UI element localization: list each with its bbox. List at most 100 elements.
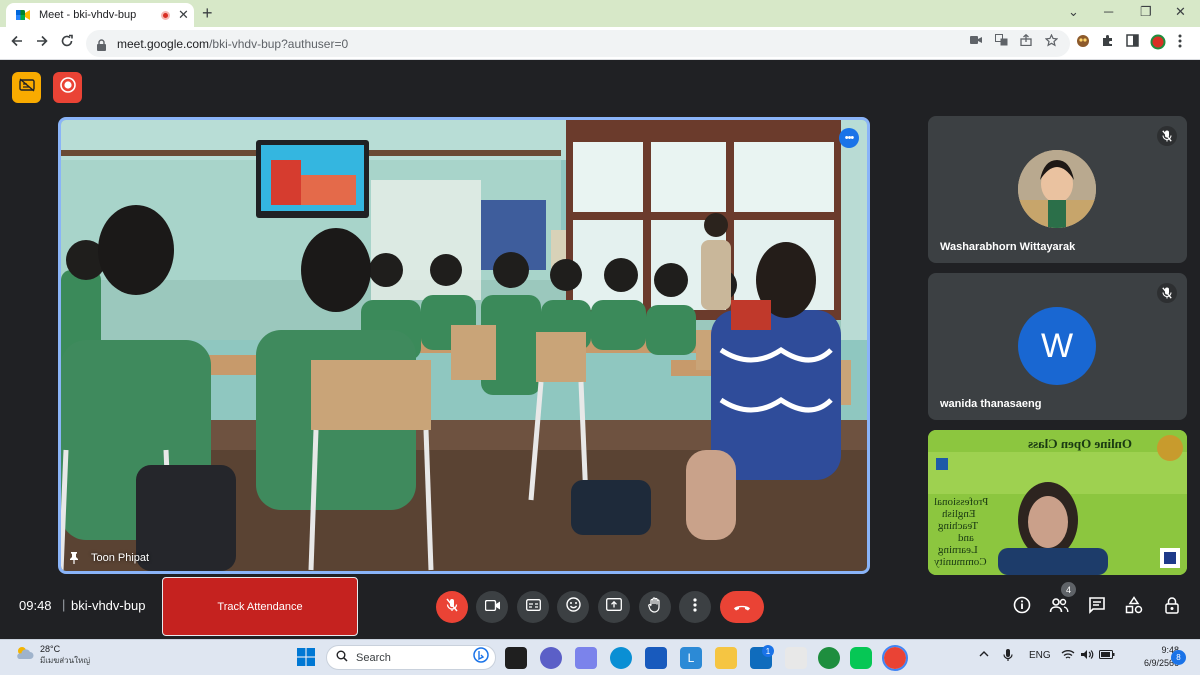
back-arrow-icon[interactable]: [10, 34, 24, 52]
bing-icon: [473, 647, 489, 668]
extension-owl-icon[interactable]: [1076, 34, 1090, 51]
present-screen-button[interactable]: [598, 591, 630, 623]
participant-count-badge: 4: [1061, 582, 1076, 597]
language-indicator[interactable]: ENG: [1029, 650, 1051, 661]
search-label: Search: [356, 651, 391, 664]
address-bar[interactable]: meet.google.com/bki-vhdv-bup?authuser=0: [86, 30, 1070, 57]
slide-line-2: English: [942, 508, 976, 520]
line-app-icon[interactable]: [850, 647, 872, 669]
participant-tile-wanida[interactable]: W wanida thanasaeng: [928, 273, 1187, 420]
new-tab-button[interactable]: +: [202, 3, 213, 24]
browser-toolbar: meet.google.com/bki-vhdv-bup?authuser=0: [0, 27, 1200, 60]
browser-menu-icon[interactable]: [1178, 34, 1182, 51]
share-icon[interactable]: [1020, 33, 1032, 49]
hang-up-icon: [733, 598, 751, 616]
info-icon: [1013, 596, 1031, 619]
forward-arrow-icon[interactable]: [35, 34, 49, 52]
classroom-video-feed: [61, 120, 867, 571]
shapes-icon: [1125, 595, 1143, 619]
snipping-tool-icon[interactable]: [785, 647, 807, 669]
meeting-time: 09:48: [19, 598, 52, 613]
window-restore-button[interactable]: ❐: [1140, 4, 1152, 20]
recording-indicator-icon: [161, 10, 170, 20]
search-icon: [336, 649, 348, 667]
weather-temperature: 28°C: [40, 644, 61, 654]
participant-name: Washarabhorn Wittayarak: [940, 241, 1076, 253]
task-view-icon[interactable]: [505, 647, 527, 669]
notification-badge[interactable]: 8: [1171, 650, 1186, 665]
meet-control-bar: 09:48 | bki-vhdv-bup Track Attendance 4: [0, 573, 1200, 639]
lock-icon[interactable]: [96, 38, 107, 51]
camera-toggle-button[interactable]: [476, 591, 508, 623]
more-vertical-icon: [693, 597, 697, 617]
emoji-icon: [565, 597, 581, 617]
edge-browser-icon[interactable]: [610, 647, 632, 669]
chrome-active-icon[interactable]: [882, 645, 908, 671]
reload-icon[interactable]: [60, 34, 74, 52]
captions-button[interactable]: [517, 591, 549, 623]
word-icon[interactable]: [645, 647, 667, 669]
captions-off-icon: [18, 78, 35, 97]
reactions-button[interactable]: [557, 591, 589, 623]
camera-icon: [484, 598, 500, 616]
teams-icon[interactable]: [575, 647, 597, 669]
time-divider: |: [62, 597, 66, 612]
google-meet-icon: [16, 8, 30, 22]
host-lock-icon: [1163, 596, 1181, 619]
camera-in-use-icon[interactable]: [970, 34, 982, 48]
windows-logo-icon: [297, 647, 315, 669]
microphone-off-icon: [1157, 126, 1177, 146]
browser-tab[interactable]: Meet - bki-vhdv-bup ✕: [6, 3, 194, 27]
microphone-tray-icon[interactable]: [1003, 648, 1013, 665]
slide-line-1: Professional: [934, 496, 989, 508]
more-options-button[interactable]: [679, 591, 711, 623]
tab-close-button[interactable]: ✕: [178, 7, 189, 23]
avatar: W: [1018, 307, 1096, 385]
present-screen-icon: [606, 598, 622, 616]
browser-tab-strip: Meet - bki-vhdv-bup ✕ + ⌄ ─ ❐ ✕: [0, 0, 1200, 27]
main-tile-label: Toon Phipat: [69, 551, 149, 564]
slide-line-5: Learning: [938, 544, 978, 556]
start-button[interactable]: [295, 647, 317, 669]
teams-chat-icon[interactable]: [540, 647, 562, 669]
profile-avatar-icon[interactable]: [1150, 34, 1166, 53]
weather-widget[interactable]: 28°C มีเมฆส่วนใหญ่: [14, 644, 90, 667]
tile-options-button[interactable]: •••: [839, 128, 859, 148]
extensions-puzzle-icon[interactable]: [1101, 34, 1114, 50]
people-button[interactable]: [1047, 595, 1071, 619]
show-hidden-icons-chevron-icon[interactable]: [979, 650, 989, 661]
captions-off-button[interactable]: [12, 72, 41, 103]
activities-button[interactable]: [1122, 595, 1146, 619]
participant-tile-presenter[interactable]: Online Open Class Professional English T…: [928, 430, 1187, 575]
volume-icon[interactable]: [1080, 649, 1094, 663]
leave-call-button[interactable]: [720, 591, 764, 623]
tab-search-chevron-icon[interactable]: ⌄: [1068, 4, 1079, 20]
microphone-off-icon: [1157, 283, 1177, 303]
app-l-icon[interactable]: L: [680, 647, 702, 669]
url-text: meet.google.com/bki-vhdv-bup?authuser=0: [117, 37, 348, 51]
tab-title: Meet - bki-vhdv-bup: [39, 9, 137, 21]
chrome-profile-1-icon[interactable]: [818, 647, 840, 669]
file-explorer-icon[interactable]: [715, 647, 737, 669]
bookmark-star-icon[interactable]: [1044, 33, 1059, 50]
main-video-tile[interactable]: ••• Toon Phipat: [58, 117, 870, 574]
track-attendance-button[interactable]: Track Attendance: [162, 577, 358, 636]
pin-icon[interactable]: [69, 551, 79, 564]
chat-button[interactable]: [1085, 595, 1109, 619]
captions-icon: [525, 598, 541, 616]
host-controls-button[interactable]: [1160, 595, 1184, 619]
side-panel-icon[interactable]: [1126, 34, 1139, 50]
translate-icon[interactable]: [995, 34, 1008, 49]
wifi-icon[interactable]: [1061, 649, 1075, 663]
window-minimize-button[interactable]: ─: [1104, 4, 1113, 19]
participant-tile-washarabhorn[interactable]: Washarabhorn Wittayarak: [928, 116, 1187, 263]
meet-stage: ••• Toon Phipat Washarabhorn Wittayarak …: [0, 61, 1200, 639]
slide-line-4: and: [958, 532, 974, 544]
window-close-button[interactable]: ✕: [1175, 4, 1186, 20]
raise-hand-button[interactable]: [639, 591, 671, 623]
taskbar-search-box[interactable]: Search: [326, 645, 496, 670]
recording-button[interactable]: [53, 72, 82, 103]
battery-icon[interactable]: [1099, 650, 1115, 662]
microphone-toggle-button[interactable]: [436, 591, 468, 623]
meeting-details-button[interactable]: [1010, 595, 1034, 619]
